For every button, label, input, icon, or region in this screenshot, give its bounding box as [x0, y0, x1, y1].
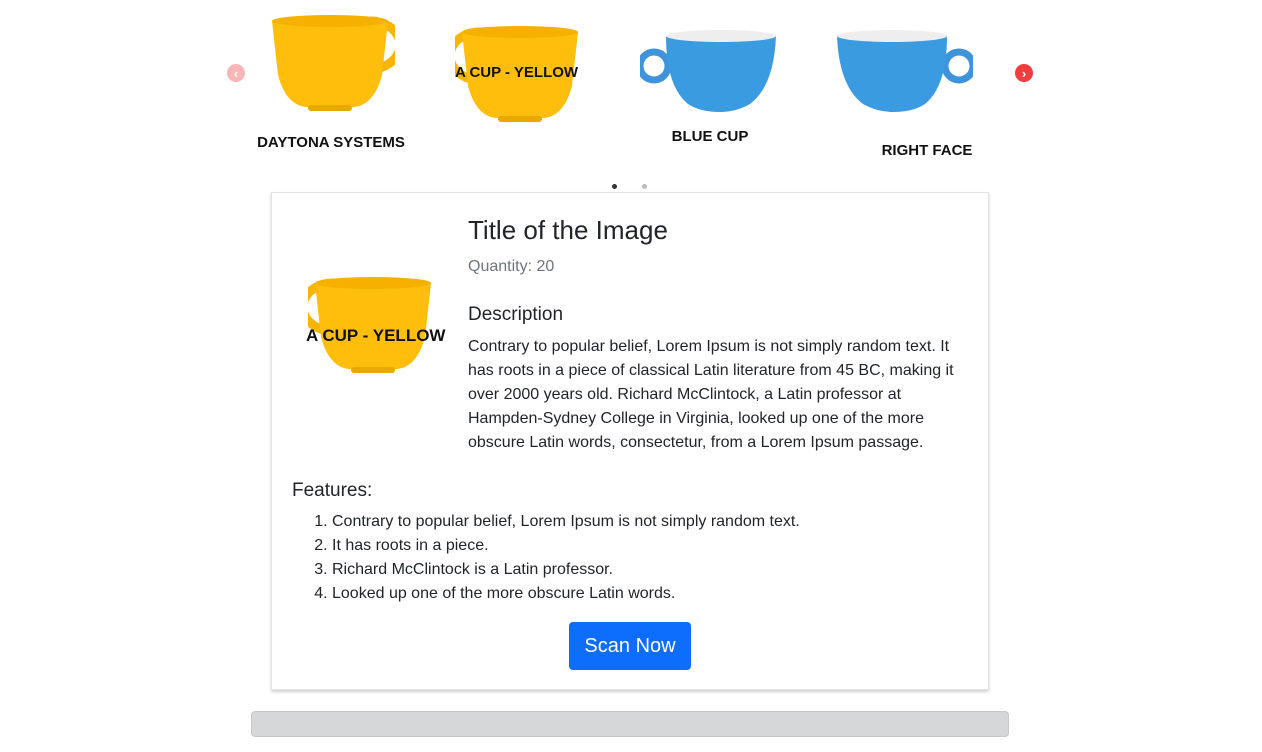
product-quantity: Quantity: 20 — [468, 258, 555, 275]
bottom-bar — [251, 711, 1009, 737]
chevron-left-icon: ‹ — [233, 65, 239, 81]
carousel-caption: RIGHT FACE — [881, 142, 973, 159]
scan-now-button[interactable]: Scan Now — [569, 622, 691, 670]
carousel-next-button[interactable]: › — [1015, 64, 1033, 82]
carousel-overlay-text: A CUP - YELLOW — [455, 64, 579, 81]
carousel-image-right-face[interactable] — [833, 26, 973, 121]
product-image-overlay: A CUP - YELLOW — [306, 326, 446, 345]
product-title: Title of the Image — [468, 215, 668, 245]
feature-item: Looked up one of the more obscure Latin … — [332, 582, 800, 606]
carousel-dot-2[interactable] — [642, 184, 647, 189]
carousel-caption: BLUE CUP — [671, 128, 749, 145]
carousel-image-yellow-mug[interactable] — [270, 15, 395, 115]
feature-item: Richard McClintock is a Latin professor. — [332, 558, 800, 582]
carousel-image-blue-cup[interactable] — [640, 26, 780, 121]
features-list: Contrary to popular belief, Lorem Ipsum … — [332, 510, 800, 606]
feature-item: It has roots in a piece. — [332, 534, 800, 558]
carousel-caption: DAYTONA SYSTEMS — [257, 134, 405, 151]
chevron-right-icon: › — [1021, 65, 1027, 81]
carousel-dot-1[interactable] — [612, 184, 617, 189]
feature-item: Contrary to popular belief, Lorem Ipsum … — [332, 510, 800, 534]
carousel-prev-button[interactable]: ‹ — [227, 64, 245, 82]
description-heading: Description — [468, 304, 564, 325]
features-heading: Features: — [292, 480, 373, 501]
product-card: A CUP - YELLOW Title of the Image Quanti… — [271, 192, 989, 690]
description-text: Contrary to popular belief, Lorem Ipsum … — [468, 338, 954, 451]
